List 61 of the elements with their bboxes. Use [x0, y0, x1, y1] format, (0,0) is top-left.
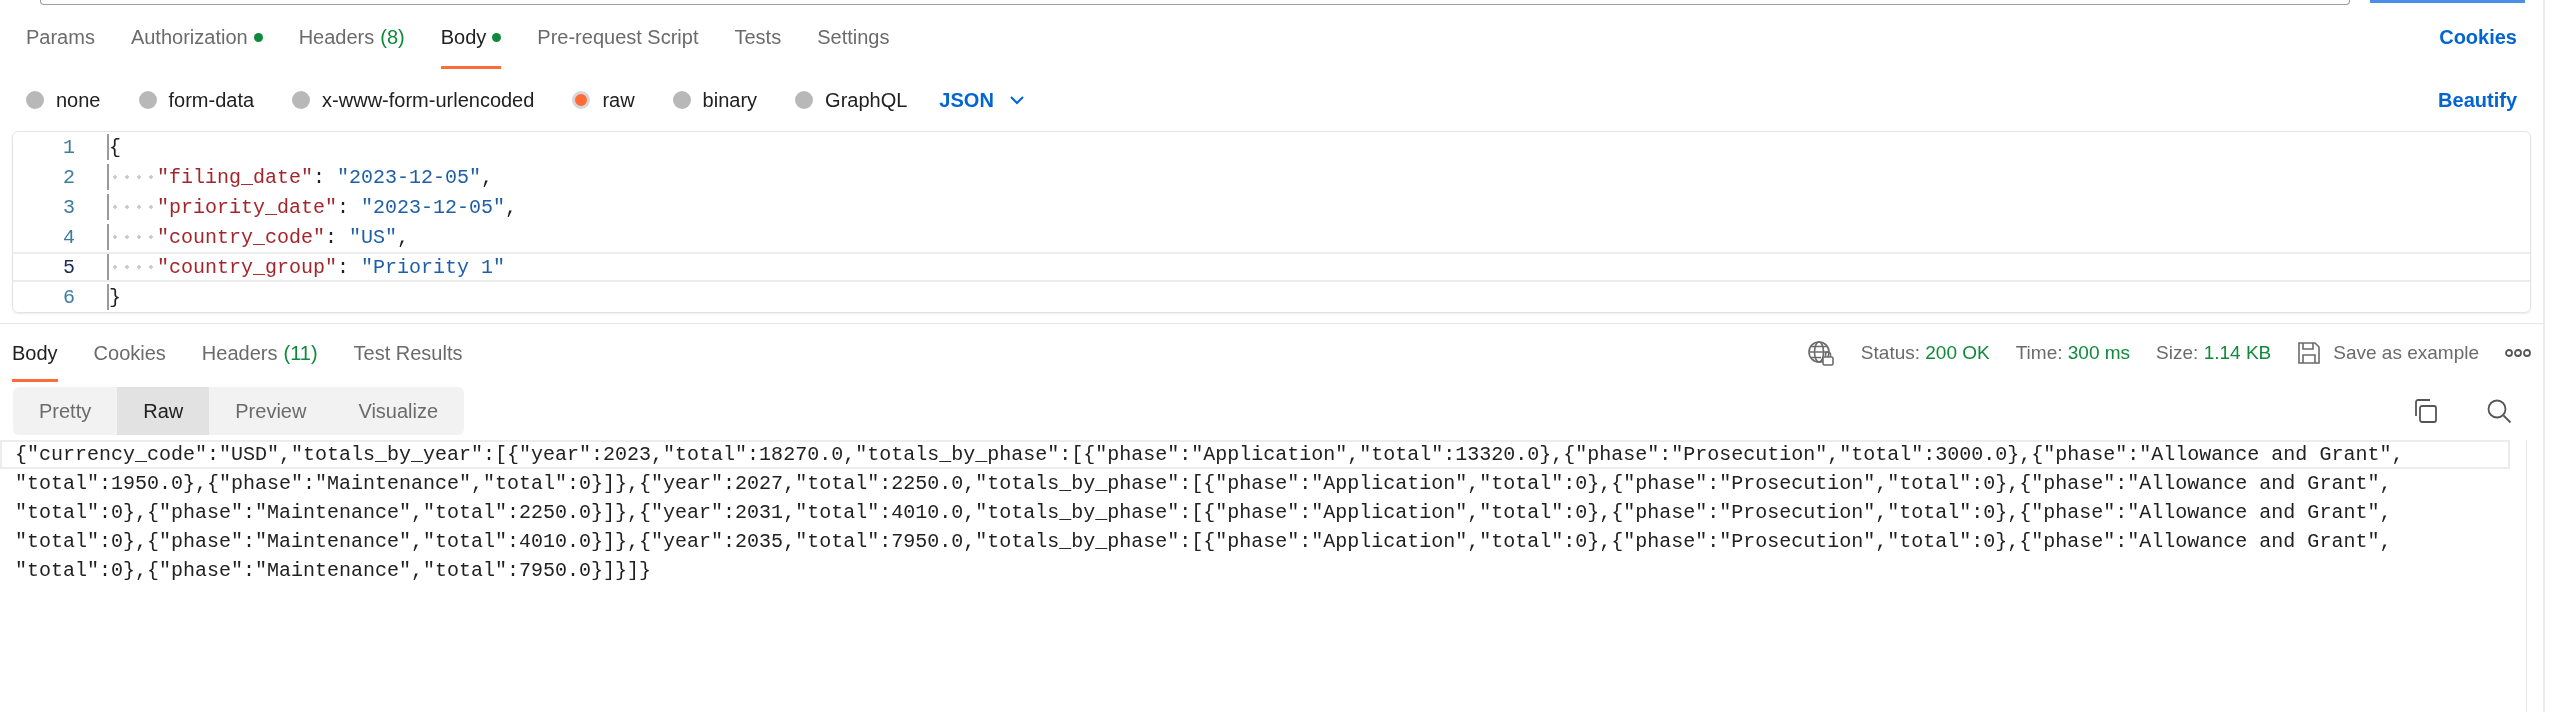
tab[interactable]: Headers (11) — [201, 324, 318, 382]
code-token: "country_code" — [157, 225, 326, 249]
tab[interactable]: Body — [440, 6, 502, 69]
status-metric: Size: 1.14 KB — [2156, 342, 2272, 364]
line-number: 6 — [62, 285, 76, 309]
globe-lock-icon[interactable] — [1806, 340, 1835, 366]
radio-option[interactable]: GraphQL — [795, 88, 908, 112]
radio-option[interactable]: none — [26, 88, 101, 112]
tab[interactable]: Authorization — [130, 6, 263, 69]
response-text-line: "total":1950.0},{"phase":"Maintenance","total":0}]},{"year":2027,"total":2250.0,"totals_by_phase":[{"phase":"Application","total":0},{"phase":"Prosecution","total":0},{"phase":"Allowance and Grant", — [14, 471, 2393, 497]
tab[interactable]: Tests — [734, 6, 782, 69]
code-token: : — [337, 195, 351, 219]
line-number: 1 — [62, 135, 76, 159]
code-token: "priority_date" — [157, 195, 338, 219]
code-token: : — [325, 225, 339, 249]
code-token: : — [313, 165, 327, 189]
code-token: } — [109, 285, 121, 309]
format-dropdown[interactable]: JSON — [939, 88, 1024, 112]
code-token: "US" — [349, 225, 398, 249]
tab[interactable]: Headers (8) — [298, 6, 405, 69]
radio-option[interactable]: binary — [672, 88, 758, 112]
code-token: "Priority 1" — [361, 255, 506, 279]
radio-option[interactable]: x-www-form-urlencoded — [292, 88, 535, 112]
code-token: : — [337, 255, 351, 279]
beautify-link[interactable]: Beautify — [2438, 88, 2517, 112]
chevron-down-icon — [1009, 95, 1024, 105]
search-icon[interactable] — [2486, 398, 2512, 424]
copy-icon[interactable] — [2412, 398, 2438, 424]
code-token: "2023-12-05" — [361, 195, 506, 219]
tab[interactable]: Test Results — [353, 324, 463, 382]
view-mode-tab[interactable]: Preview — [209, 387, 333, 435]
tab[interactable]: Pre-request Script — [537, 6, 699, 69]
view-mode-tab[interactable]: Visualize — [332, 387, 465, 435]
save-example-button[interactable]: Save as example — [2297, 341, 2479, 365]
line-number: 2 — [62, 165, 76, 189]
view-mode-tab[interactable]: Pretty — [13, 387, 118, 435]
save-icon — [2297, 341, 2322, 365]
line-number: 4 — [62, 225, 76, 249]
cookies-link[interactable]: Cookies — [2439, 26, 2517, 49]
radio-option[interactable]: form-data — [138, 88, 255, 112]
view-mode-tab[interactable]: Raw — [117, 387, 210, 435]
tab[interactable]: Body — [12, 324, 58, 382]
response-text-line: "total":0},{"phase":"Maintenance","total":2250.0}]},{"year":2031,"total":4010.0,"totals_by_phase":[{"phase":"Application","total":0},{"phase":"Prosecution","total":0},{"phase":"Allowance and Grant", — [14, 500, 2393, 526]
code-token: "filing_date" — [157, 165, 314, 189]
response-text-line: "total":0},{"phase":"Maintenance","total":4010.0}]},{"year":2035,"total":7950.0,"totals_by_phase":[{"phase":"Application","total":0},{"phase":"Prosecution","total":0},{"phase":"Allowance and Grant", — [14, 529, 2393, 555]
response-text-line: "total":0},{"phase":"Maintenance","total":7950.0}]}]} — [14, 558, 653, 584]
tab[interactable]: Cookies — [93, 324, 166, 382]
line-number: 5 — [62, 255, 76, 279]
code-token: { — [109, 135, 121, 159]
status-metric: Status: 200 OK — [1860, 342, 1990, 364]
code-token: "country_group" — [157, 255, 338, 279]
code-token: , — [397, 225, 410, 249]
more-icon[interactable] — [2505, 348, 2531, 358]
status-metric: Time: 300 ms — [2015, 342, 2131, 364]
line-number: 3 — [62, 195, 76, 219]
code-token: "2023-12-05" — [337, 165, 482, 189]
radio-option[interactable]: raw — [572, 88, 635, 112]
tab[interactable]: Params — [26, 6, 95, 69]
code-token: , — [505, 195, 518, 219]
code-token: , — [481, 165, 494, 189]
tab[interactable]: Settings — [817, 6, 890, 69]
